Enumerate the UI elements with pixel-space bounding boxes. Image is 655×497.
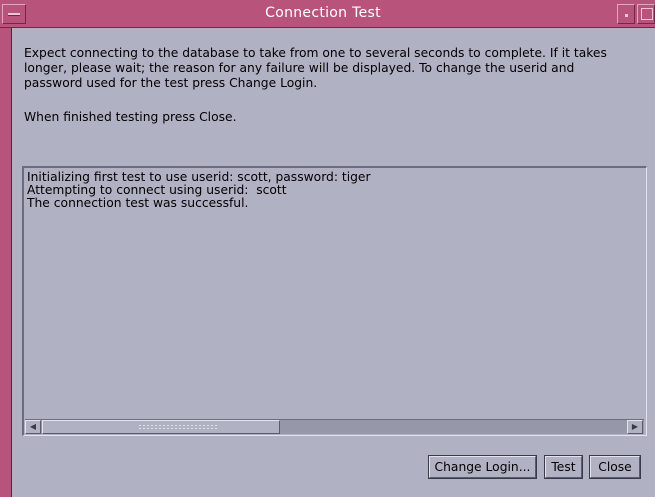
minimize-icon[interactable] (617, 4, 635, 24)
arrow-left-icon[interactable]: ◀ (25, 420, 41, 434)
window-left-border (0, 0, 12, 497)
horizontal-scrollbar[interactable]: ◀ ▶ (25, 419, 644, 434)
test-button[interactable]: Test (544, 455, 583, 479)
title-bar[interactable]: Connection Test (0, 0, 655, 28)
finish-note: When finished testing press Close. (24, 110, 237, 124)
window-title: Connection Test (265, 5, 381, 21)
log-text: Initializing first test to use userid: s… (27, 171, 627, 210)
maximize-icon[interactable] (637, 4, 655, 24)
close-button[interactable]: Close (589, 455, 641, 479)
connection-test-window: Connection Test Expect connecting to the… (0, 0, 655, 497)
test-log-area[interactable]: Initializing first test to use userid: s… (22, 166, 647, 436)
scrollbar-thumb[interactable] (42, 420, 280, 434)
arrow-right-icon[interactable]: ▶ (627, 420, 643, 434)
window-menu-icon[interactable] (2, 4, 26, 24)
change-login-button[interactable]: Change Login... (428, 455, 537, 479)
log-line: The connection test was successful. (27, 196, 249, 210)
instructions-text: Expect connecting to the database to tak… (24, 46, 607, 90)
